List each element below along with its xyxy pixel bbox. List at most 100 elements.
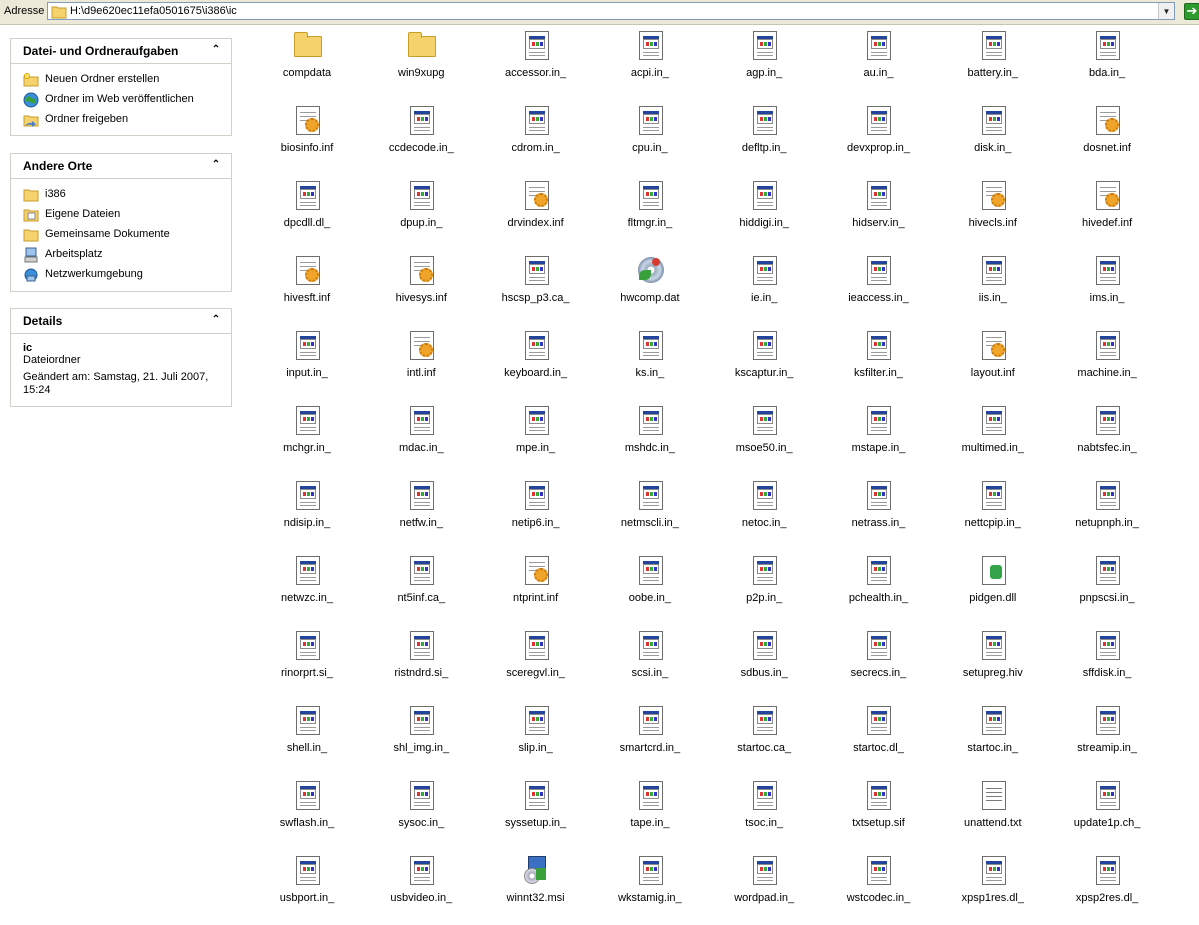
file-item[interactable]: intl.inf <box>364 325 478 400</box>
file-item[interactable]: multimed.in_ <box>936 400 1050 475</box>
file-item[interactable]: winnt32.msi <box>479 850 593 925</box>
file-item[interactable]: secrecs.in_ <box>821 625 935 700</box>
file-item[interactable]: usbport.in_ <box>250 850 364 925</box>
file-item[interactable]: netoc.in_ <box>707 475 821 550</box>
file-item[interactable]: netupnph.in_ <box>1050 475 1164 550</box>
file-item[interactable]: dpcdll.dl_ <box>250 175 364 250</box>
file-item[interactable]: hivesft.inf <box>250 250 364 325</box>
details-header[interactable]: Details ⌃ <box>11 309 231 334</box>
file-item[interactable]: layout.inf <box>936 325 1050 400</box>
file-item[interactable]: tsoc.in_ <box>707 775 821 850</box>
task-share-folder[interactable]: Ordner freigeben <box>11 110 231 130</box>
file-item[interactable]: win9xupg <box>364 25 478 100</box>
file-item[interactable]: shl_img.in_ <box>364 700 478 775</box>
file-item[interactable]: fltmgr.in_ <box>593 175 707 250</box>
file-item[interactable]: mshdc.in_ <box>593 400 707 475</box>
file-item[interactable]: defltp.in_ <box>707 100 821 175</box>
file-view[interactable]: compdata win9xupg accessor.in_ acpi.in_ agp.… <box>250 25 1199 924</box>
file-item[interactable]: cdrom.in_ <box>479 100 593 175</box>
file-item[interactable]: unattend.txt <box>936 775 1050 850</box>
address-dropdown-button[interactable]: ▼ <box>1158 3 1174 19</box>
file-item[interactable]: ndisip.in_ <box>250 475 364 550</box>
file-item[interactable]: msoe50.in_ <box>707 400 821 475</box>
folder-tasks-header[interactable]: Datei- und Ordneraufgaben ⌃ <box>11 39 231 64</box>
file-item[interactable]: sffdisk.in_ <box>1050 625 1164 700</box>
file-item[interactable]: startoc.ca_ <box>707 700 821 775</box>
file-item[interactable]: pidgen.dll <box>936 550 1050 625</box>
file-item[interactable]: hiddigi.in_ <box>707 175 821 250</box>
file-item[interactable]: au.in_ <box>821 25 935 100</box>
file-item[interactable]: sysoc.in_ <box>364 775 478 850</box>
file-item[interactable]: ie.in_ <box>707 250 821 325</box>
file-item[interactable]: nt5inf.ca_ <box>364 550 478 625</box>
file-item[interactable]: slip.in_ <box>479 700 593 775</box>
file-item[interactable]: netwzc.in_ <box>250 550 364 625</box>
file-item[interactable]: startoc.dl_ <box>821 700 935 775</box>
file-item[interactable]: keyboard.in_ <box>479 325 593 400</box>
file-item[interactable]: input.in_ <box>250 325 364 400</box>
file-item[interactable]: p2p.in_ <box>707 550 821 625</box>
file-item[interactable]: wordpad.in_ <box>707 850 821 925</box>
file-item[interactable]: swflash.in_ <box>250 775 364 850</box>
file-item[interactable]: usbvideo.in_ <box>364 850 478 925</box>
file-item[interactable]: mpe.in_ <box>479 400 593 475</box>
file-item[interactable]: acpi.in_ <box>593 25 707 100</box>
file-item[interactable]: netfw.in_ <box>364 475 478 550</box>
file-item[interactable]: startoc.in_ <box>936 700 1050 775</box>
file-item[interactable]: ristndrd.si_ <box>364 625 478 700</box>
place-network[interactable]: Netzwerkumgebung <box>11 265 231 285</box>
file-item[interactable]: wkstamig.in_ <box>593 850 707 925</box>
file-item[interactable]: netrass.in_ <box>821 475 935 550</box>
address-input[interactable]: H:\d9e620ec11efa0501675\i386\ic ▼ <box>47 2 1175 20</box>
file-item[interactable]: dpup.in_ <box>364 175 478 250</box>
file-item[interactable]: ims.in_ <box>1050 250 1164 325</box>
file-item[interactable]: pchealth.in_ <box>821 550 935 625</box>
place-my-documents[interactable]: Eigene Dateien <box>11 205 231 225</box>
file-item[interactable]: biosinfo.inf <box>250 100 364 175</box>
file-item[interactable]: ccdecode.in_ <box>364 100 478 175</box>
file-item[interactable]: drvindex.inf <box>479 175 593 250</box>
file-item[interactable]: devxprop.in_ <box>821 100 935 175</box>
file-item[interactable]: netmscli.in_ <box>593 475 707 550</box>
file-item[interactable]: ksfilter.in_ <box>821 325 935 400</box>
file-item[interactable]: cpu.in_ <box>593 100 707 175</box>
file-item[interactable]: agp.in_ <box>707 25 821 100</box>
file-item[interactable]: syssetup.in_ <box>479 775 593 850</box>
collapse-icon[interactable]: ⌃ <box>209 158 223 172</box>
file-item[interactable]: nettcpip.in_ <box>936 475 1050 550</box>
place-my-computer[interactable]: Arbeitsplatz <box>11 245 231 265</box>
file-item[interactable]: scsi.in_ <box>593 625 707 700</box>
task-new-folder[interactable]: Neuen Ordner erstellen <box>11 70 231 90</box>
file-item[interactable]: dosnet.inf <box>1050 100 1164 175</box>
place-i386[interactable]: i386 <box>11 185 231 205</box>
file-item[interactable]: hidserv.in_ <box>821 175 935 250</box>
file-item[interactable]: ieaccess.in_ <box>821 250 935 325</box>
file-item[interactable]: netip6.in_ <box>479 475 593 550</box>
file-item[interactable]: ks.in_ <box>593 325 707 400</box>
file-item[interactable]: mstape.in_ <box>821 400 935 475</box>
file-item[interactable]: hwcomp.dat <box>593 250 707 325</box>
file-item[interactable]: mchgr.in_ <box>250 400 364 475</box>
file-item[interactable]: hscsp_p3.ca_ <box>479 250 593 325</box>
place-shared-documents[interactable]: Gemeinsame Dokumente <box>11 225 231 245</box>
file-item[interactable]: xpsp1res.dl_ <box>936 850 1050 925</box>
file-item[interactable]: nabtsfec.in_ <box>1050 400 1164 475</box>
file-item[interactable]: battery.in_ <box>936 25 1050 100</box>
file-item[interactable]: smartcrd.in_ <box>593 700 707 775</box>
file-item[interactable]: txtsetup.sif <box>821 775 935 850</box>
file-item[interactable]: pnpscsi.in_ <box>1050 550 1164 625</box>
file-item[interactable]: bda.in_ <box>1050 25 1164 100</box>
file-item[interactable]: hivesys.inf <box>364 250 478 325</box>
file-item[interactable]: ntprint.inf <box>479 550 593 625</box>
file-item[interactable]: xpsp2res.dl_ <box>1050 850 1164 925</box>
file-item[interactable]: mdac.in_ <box>364 400 478 475</box>
file-item[interactable]: disk.in_ <box>936 100 1050 175</box>
file-item[interactable]: machine.in_ <box>1050 325 1164 400</box>
collapse-icon[interactable]: ⌃ <box>209 43 223 57</box>
file-item[interactable]: sceregvl.in_ <box>479 625 593 700</box>
collapse-icon[interactable]: ⌃ <box>209 313 223 327</box>
file-item[interactable]: accessor.in_ <box>479 25 593 100</box>
file-item[interactable]: tape.in_ <box>593 775 707 850</box>
file-item[interactable]: shell.in_ <box>250 700 364 775</box>
file-item[interactable]: setupreg.hiv <box>936 625 1050 700</box>
